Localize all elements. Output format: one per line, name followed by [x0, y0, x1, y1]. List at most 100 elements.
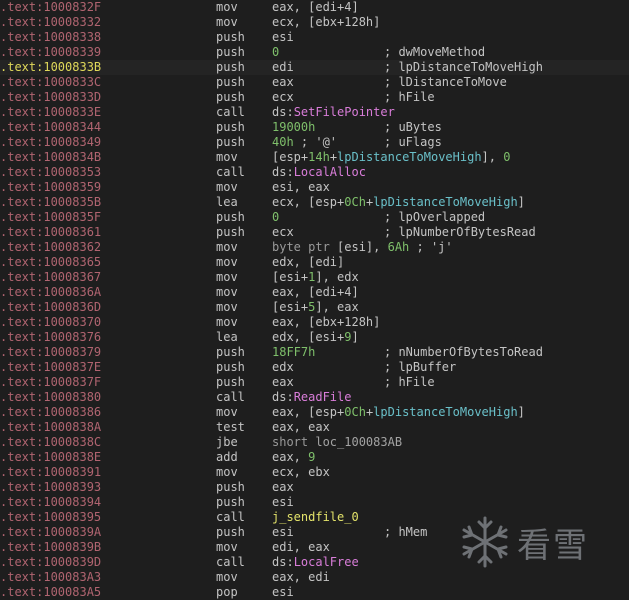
mnemonic[interactable]: mov — [216, 315, 238, 330]
operands[interactable]: eax — [272, 75, 294, 90]
operands[interactable]: ds:LocalFree — [272, 555, 359, 570]
operand-token[interactable]: eax, [esp+ — [272, 405, 344, 419]
mnemonic[interactable]: mov — [216, 15, 238, 30]
operand-token[interactable]: lpDistanceToMoveHigh — [373, 195, 518, 209]
address[interactable]: .text:1000835B — [0, 195, 101, 210]
operands[interactable]: edx, [esi+9] — [272, 330, 359, 345]
listing-row[interactable]: .text:10008367 mov [esi+1], edx — [0, 270, 629, 285]
mnemonic[interactable]: add — [216, 450, 238, 465]
address[interactable]: .text:10008338 — [0, 30, 101, 45]
address[interactable]: .text:10008362 — [0, 240, 101, 255]
operand-token[interactable]: edx — [272, 360, 294, 374]
address[interactable]: .text:10008379 — [0, 345, 101, 360]
operand-token[interactable]: 40h — [272, 135, 294, 149]
address[interactable]: .text:1000834B — [0, 150, 101, 165]
mnemonic[interactable]: mov — [216, 0, 238, 15]
address[interactable]: .text:1000839B — [0, 540, 101, 555]
address[interactable]: .text:1000838C — [0, 435, 101, 450]
listing-row[interactable]: .text:10008344 push 19000h ; uBytes — [0, 120, 629, 135]
operand-token[interactable]: esi — [272, 585, 294, 599]
mnemonic[interactable]: push — [216, 210, 245, 225]
listing-row[interactable]: .text:10008332 mov ecx, [ebx+128h] — [0, 15, 629, 30]
address[interactable]: .text:100083A3 — [0, 570, 101, 585]
operand-token[interactable]: LocalAlloc — [294, 165, 366, 179]
operands[interactable]: edi, eax — [272, 540, 330, 555]
mnemonic[interactable]: push — [216, 360, 245, 375]
operand-token[interactable]: 0 — [272, 45, 279, 59]
operand-token[interactable]: ; '@' — [294, 135, 337, 149]
operands[interactable]: ecx, [ebx+128h] — [272, 15, 380, 30]
operand-token[interactable]: 19000h — [272, 120, 315, 134]
mnemonic[interactable]: push — [216, 120, 245, 135]
address[interactable]: .text:1000836A — [0, 285, 101, 300]
mnemonic[interactable]: mov — [216, 150, 238, 165]
operands[interactable]: eax, [ebx+128h] — [272, 315, 380, 330]
operand-token[interactable]: ds: — [272, 105, 294, 119]
listing-row[interactable]: .text:1000837F push eax ; hFile — [0, 375, 629, 390]
address[interactable]: .text:10008380 — [0, 390, 101, 405]
operand-token[interactable]: eax — [272, 75, 294, 89]
operands[interactable]: eax, [edi+4] — [272, 285, 359, 300]
listing-row[interactable]: .text:1000837E push edx ; lpBuffer — [0, 360, 629, 375]
operands[interactable]: 0 — [272, 210, 279, 225]
mnemonic[interactable]: mov — [216, 255, 238, 270]
address[interactable]: .text:1000833C — [0, 75, 101, 90]
mnemonic[interactable]: lea — [216, 330, 238, 345]
address[interactable]: .text:10008393 — [0, 480, 101, 495]
listing-row[interactable]: .text:1000838C jbe short loc_100083AB — [0, 435, 629, 450]
listing-row[interactable]: .text:1000836D mov [esi+5], eax — [0, 300, 629, 315]
operands[interactable]: ds:LocalAlloc — [272, 165, 366, 180]
operand-token[interactable]: ], — [482, 150, 504, 164]
operand-token[interactable]: [esi+ — [272, 270, 308, 284]
operand-token[interactable]: j_sendfile_0 — [272, 510, 359, 524]
operands[interactable]: edi — [272, 60, 294, 75]
listing-row[interactable]: .text:1000832F mov eax, [edi+4] — [0, 0, 629, 15]
operand-token[interactable]: ds: — [272, 555, 294, 569]
operands[interactable]: ds:SetFilePointer — [272, 105, 395, 120]
operand-token[interactable]: eax — [272, 375, 294, 389]
mnemonic[interactable]: mov — [216, 180, 238, 195]
operand-token[interactable]: ] — [351, 330, 358, 344]
mnemonic[interactable]: push — [216, 30, 245, 45]
address[interactable]: .text:10008395 — [0, 510, 101, 525]
address[interactable]: .text:10008370 — [0, 315, 101, 330]
listing-row[interactable]: .text:1000833D push ecx ; hFile — [0, 90, 629, 105]
mnemonic[interactable]: lea — [216, 195, 238, 210]
address[interactable]: .text:10008365 — [0, 255, 101, 270]
listing-row[interactable]: .text:10008361 push ecx ; lpNumberOfBytesRe… — [0, 225, 629, 240]
mnemonic[interactable]: call — [216, 555, 245, 570]
mnemonic[interactable]: call — [216, 165, 245, 180]
address[interactable]: .text:1000837F — [0, 375, 101, 390]
operand-token[interactable]: eax, [edi+4] — [272, 0, 359, 14]
operand-token[interactable]: esi, eax — [272, 180, 330, 194]
operand-token[interactable]: loc_100083AB — [315, 435, 402, 449]
listing-row[interactable]: .text:1000838E add eax, 9 — [0, 450, 629, 465]
address[interactable]: .text:1000832F — [0, 0, 101, 15]
operands[interactable]: 0 — [272, 45, 279, 60]
operand-token[interactable]: ; 'j' — [409, 240, 453, 254]
listing-row[interactable]: .text:1000834B mov [esp+14h+lpDistanceToMo… — [0, 150, 629, 165]
operand-token[interactable]: eax, [ebx+128h] — [272, 315, 380, 329]
operand-token[interactable]: ecx, [ebx+128h] — [272, 15, 380, 29]
listing-row[interactable]: .text:10008394 push esi — [0, 495, 629, 510]
operands[interactable]: 18FF7h — [272, 345, 315, 360]
listing-row[interactable]: .text:10008359 mov esi, eax — [0, 180, 629, 195]
mnemonic[interactable]: test — [216, 420, 245, 435]
mnemonic[interactable]: push — [216, 90, 245, 105]
operand-token[interactable]: 0 — [503, 150, 510, 164]
mnemonic[interactable]: push — [216, 495, 245, 510]
operand-token[interactable]: ], eax — [315, 300, 358, 314]
operand-token[interactable]: 14h — [308, 150, 330, 164]
operand-token[interactable]: lpDistanceToMoveHigh — [373, 405, 518, 419]
operand-token[interactable]: 0Ch — [344, 195, 366, 209]
operands[interactable]: [esi+1], edx — [272, 270, 359, 285]
listing-row[interactable]: .text:1000835F push 0 ; lpOverlapped — [0, 210, 629, 225]
operand-token[interactable]: ecx, ebx — [272, 465, 330, 479]
listing-row[interactable]: .text:1000835B lea ecx, [esp+0Ch+lpDistanc… — [0, 195, 629, 210]
mnemonic[interactable]: mov — [216, 465, 238, 480]
mnemonic[interactable]: mov — [216, 285, 238, 300]
address[interactable]: .text:1000838E — [0, 450, 101, 465]
listing-row[interactable]: .text:1000838A test eax, eax — [0, 420, 629, 435]
operands[interactable]: esi — [272, 525, 294, 540]
operand-token[interactable]: edx, [edi] — [272, 255, 344, 269]
